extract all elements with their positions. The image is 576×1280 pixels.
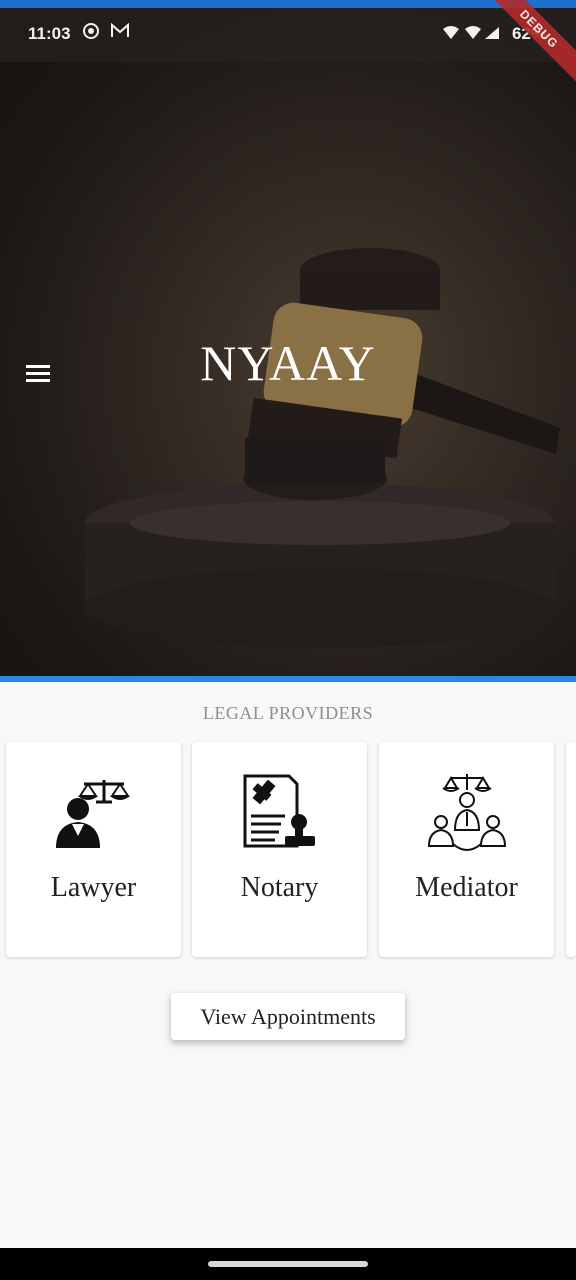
- status-icons: [82, 22, 130, 40]
- provider-card-partial[interactable]: [566, 742, 576, 957]
- status-bar: 11:03 62%: [0, 8, 576, 62]
- mediator-group-scales-icon: [427, 774, 506, 851]
- view-appointments-button[interactable]: View Appointments: [171, 993, 405, 1040]
- hero-bottom-accent: [0, 676, 576, 682]
- gmail-icon: [111, 22, 129, 37]
- provider-card-notary[interactable]: Notary: [192, 742, 367, 957]
- lawyer-scales-icon: [55, 780, 130, 848]
- provider-label: Lawyer: [50, 872, 137, 903]
- notary-document-stamp-icon: [243, 774, 315, 848]
- top-accent-strip: [0, 0, 576, 8]
- home-gesture-handle[interactable]: [208, 1261, 368, 1267]
- signal-wifi-icon: [443, 26, 500, 39]
- app-title: NYAAY: [200, 335, 376, 391]
- provider-label: Notary: [240, 872, 319, 903]
- provider-card-lawyer[interactable]: Lawyer: [6, 742, 181, 957]
- section-title: LEGAL PROVIDERS: [202, 703, 374, 723]
- provider-label: Mediator: [415, 872, 518, 903]
- provider-card-mediator[interactable]: Mediator: [379, 742, 554, 957]
- record-icon: [83, 23, 99, 39]
- status-time: 11:03: [28, 24, 71, 43]
